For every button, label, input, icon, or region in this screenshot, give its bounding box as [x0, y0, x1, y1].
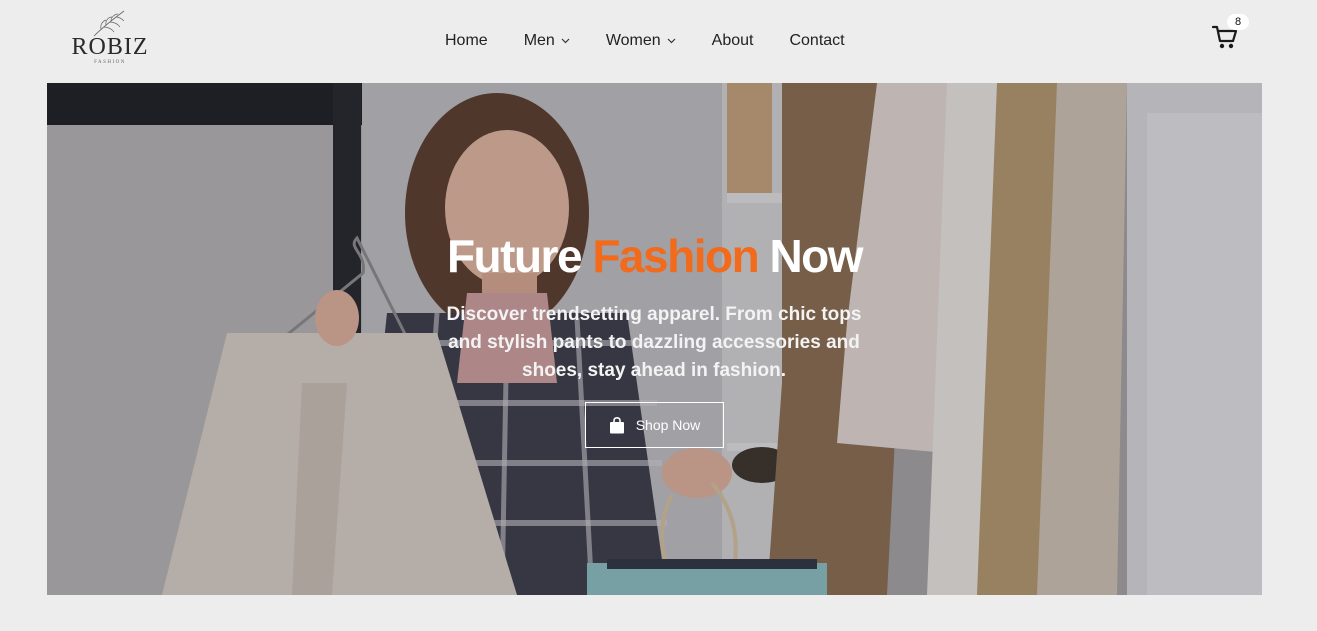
hero-description: Discover trendsetting apparel. From chic… [446, 304, 862, 381]
shop-now-label: Shop Now [635, 417, 701, 433]
site-header: ROBIZ FASHION Home Men Women About Conta… [0, 0, 1317, 83]
hero-title-accent: Fashion [592, 230, 759, 282]
hero-title-part1: Future [446, 230, 593, 282]
nav-item-label: Contact [789, 32, 845, 49]
nav-item-label: Men [523, 32, 555, 49]
nav-item-about[interactable]: About [712, 32, 754, 50]
cart-count-badge: 8 [1227, 14, 1249, 30]
brand-tagline: FASHION [94, 60, 126, 65]
hero-title: Future Fashion Now [47, 229, 1262, 283]
nav-item-label: About [711, 32, 754, 49]
nav-item-contact[interactable]: Contact [789, 32, 844, 50]
shop-now-button[interactable]: Shop Now [585, 402, 724, 448]
brand-name: ROBIZ [71, 34, 149, 60]
nav-item-home[interactable]: Home [445, 32, 488, 50]
main-nav: Home Men Women About Contact [445, 31, 845, 51]
hero-title-part2: Now [758, 230, 863, 282]
brand-logo[interactable]: ROBIZ FASHION [70, 8, 150, 70]
hero-banner: Future Fashion Now Discover trendsetting… [47, 83, 1262, 595]
shopping-bag-icon [609, 416, 624, 433]
nav-item-label: Home [445, 32, 488, 49]
nav-item-label: Women [605, 32, 661, 49]
chevron-down-icon [561, 38, 570, 44]
chevron-down-icon [667, 38, 676, 44]
nav-item-men[interactable]: Men [524, 32, 570, 50]
nav-item-women[interactable]: Women [606, 32, 676, 50]
